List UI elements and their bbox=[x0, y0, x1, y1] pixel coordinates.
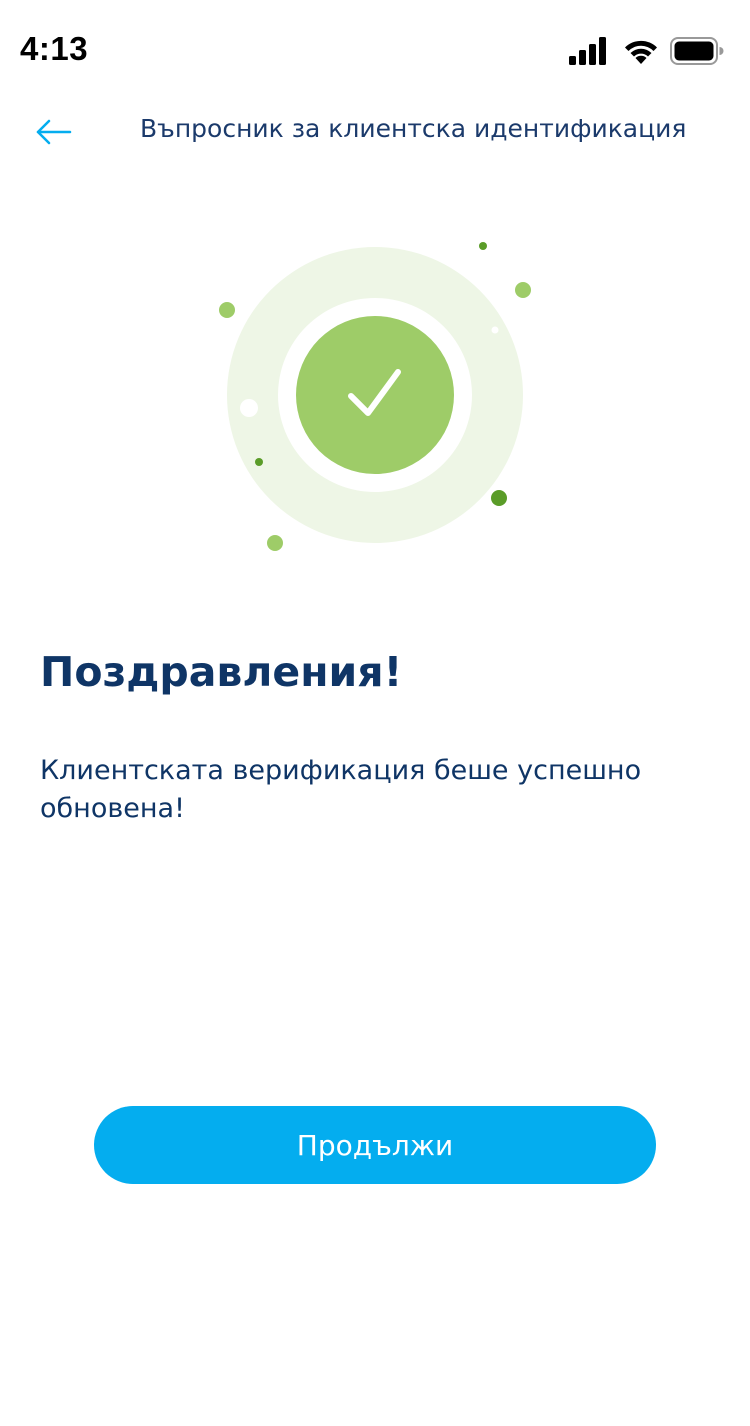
header: Въпросник за клиентска идентификация bbox=[0, 100, 750, 164]
success-message: Клиентската верификация беше успешно обн… bbox=[40, 755, 642, 824]
checkmark-success-icon bbox=[219, 242, 531, 551]
header-title: Въпросник за клиентска идентификация bbox=[140, 114, 687, 143]
wifi-icon bbox=[622, 36, 660, 70]
back-button[interactable] bbox=[30, 112, 80, 152]
success-illustration bbox=[200, 230, 550, 570]
cellular-signal-icon bbox=[568, 36, 608, 70]
arrow-left-icon bbox=[30, 119, 80, 156]
status-bar: 4:13 bbox=[0, 0, 750, 100]
status-time: 4:13 bbox=[20, 30, 89, 67]
success-headline: Поздравления! bbox=[40, 648, 403, 696]
battery-icon bbox=[670, 36, 724, 70]
continue-button[interactable]: Продължи bbox=[94, 1106, 656, 1184]
